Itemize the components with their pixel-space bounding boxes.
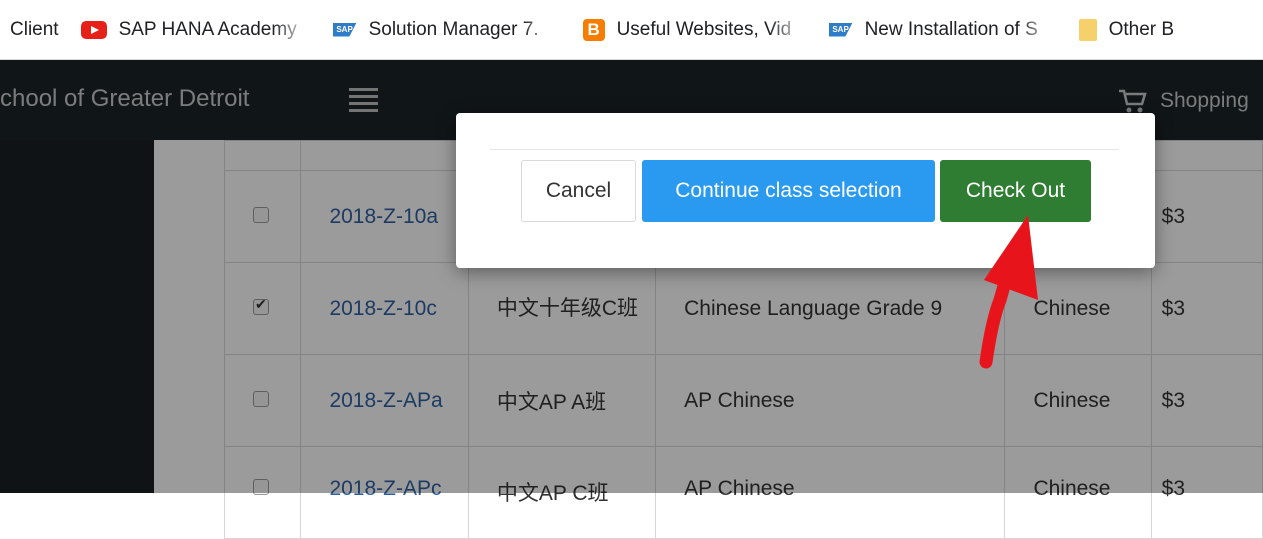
sap-icon: SAP: [332, 22, 357, 37]
bookmark-label: New Installation of S: [864, 18, 1038, 40]
bookmarks-bar: Client SAP HANA Academy SAP Solution Man…: [0, 0, 1263, 60]
red-arrow-annotation: [979, 215, 1038, 369]
bookmark-other[interactable]: Other B: [1078, 18, 1175, 41]
checkout-dialog: Cancel Continue class selection Check Ou…: [456, 113, 1155, 268]
folder-icon: [1078, 18, 1097, 41]
bookmark-sap-hana-academy[interactable]: SAP HANA Academy: [80, 18, 311, 41]
bookmark-label: Other B: [1108, 18, 1175, 40]
bookmark-label: Useful Websites, Vid: [616, 18, 792, 40]
blogger-icon: B: [582, 18, 605, 41]
continue-class-selection-button[interactable]: Continue class selection: [642, 160, 935, 222]
bookmark-label: SAP HANA Academy: [118, 18, 297, 40]
bookmark-label: Solution Manager 7.: [368, 18, 539, 40]
cancel-button[interactable]: Cancel: [521, 160, 636, 222]
bookmark-label: Client: [10, 18, 59, 40]
divider: [490, 149, 1119, 150]
sap-icon: SAP: [828, 22, 853, 37]
youtube-icon: [80, 20, 107, 39]
bookmark-useful-websites[interactable]: B Useful Websites, Vid: [582, 18, 807, 41]
bookmark-client[interactable]: Client: [10, 19, 59, 41]
bookmark-new-installation[interactable]: SAP New Installation of S: [828, 18, 1057, 41]
bookmark-solution-manager[interactable]: SAP Solution Manager 7.: [332, 18, 561, 41]
